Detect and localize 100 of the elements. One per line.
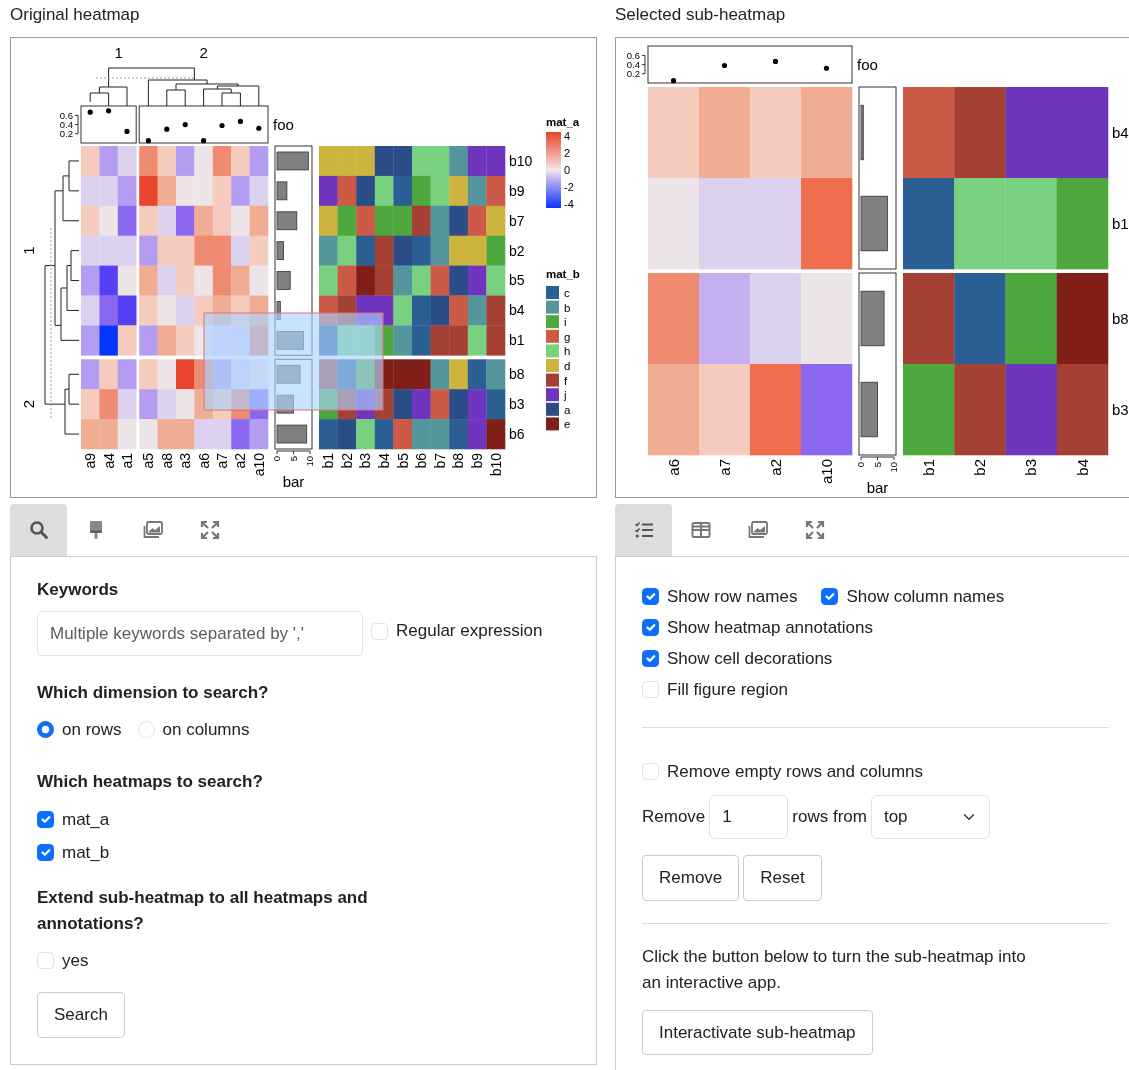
checkbox-label: Show row names: [667, 585, 798, 608]
column-label: a4: [100, 453, 117, 469]
row-label: b7: [509, 212, 525, 229]
column-label: b1: [320, 453, 337, 469]
field-label: Which dimension to search?: [37, 682, 270, 704]
column-label: a6: [195, 453, 212, 469]
split-label: 1: [114, 44, 123, 61]
checkbox-label: Show heatmap annotations: [667, 616, 874, 639]
tick-label: 0.2: [626, 68, 640, 80]
action-button[interactable]: Remove: [642, 855, 740, 901]
legend-tick-label: -4: [564, 198, 574, 210]
column-label: a9: [82, 453, 99, 469]
legend-label: d: [564, 360, 571, 372]
tick-label: 0.4: [626, 59, 640, 71]
axis-title: bar: [866, 479, 889, 496]
tick-label: 10: [304, 456, 315, 467]
column-label: b5: [394, 453, 411, 469]
tick-label: 0.4: [59, 119, 73, 131]
legend-tick-label: 2: [564, 147, 571, 159]
checkbox-label: Regular expression: [396, 620, 543, 643]
checkbox-label: Show column names: [846, 585, 1005, 608]
column-label: a1: [118, 453, 135, 469]
legend-label: g: [564, 330, 571, 343]
column-label: b9: [469, 453, 485, 469]
checkbox-label: Show cell decorations: [667, 647, 833, 670]
row-label: b4: [1112, 123, 1129, 141]
row-label: b4: [509, 302, 525, 319]
column-label: b4: [376, 453, 392, 469]
column-label: a10: [250, 453, 267, 477]
column-label: b4: [1073, 459, 1091, 476]
radio-label: on rows: [62, 718, 122, 741]
legend-label: i: [564, 316, 567, 329]
search-field[interactable]: Multiple keywords separated by ',': [37, 611, 363, 656]
row-label: b5: [509, 272, 525, 289]
legend-label: a: [564, 403, 571, 416]
annotation-label: foo: [273, 115, 294, 133]
column-label: a3: [177, 453, 194, 469]
search-button[interactable]: Search: [37, 992, 125, 1038]
legend-title: mat_a: [546, 116, 580, 128]
column-label: b6: [413, 453, 430, 469]
row-label: b1: [509, 332, 525, 349]
row-label: b1: [1112, 214, 1129, 232]
split-label: 1: [20, 246, 37, 255]
radio-label: on columns: [162, 718, 250, 741]
tick-label: 0: [271, 456, 282, 462]
number-field[interactable]: 1: [709, 795, 789, 839]
action-button[interactable]: Reset: [743, 855, 822, 901]
column-label: b8: [450, 453, 467, 469]
tick-label: 10: [888, 462, 899, 473]
column-label: b2: [971, 459, 989, 476]
row-label: b8: [509, 366, 525, 383]
dropdown[interactable]: top: [870, 795, 990, 839]
split-label: 2: [199, 44, 208, 61]
checkbox-label: Remove empty rows and columns: [667, 760, 924, 783]
row-label: b2: [509, 242, 525, 259]
field-label: rows from: [792, 806, 867, 829]
checkbox-label: mat_a: [62, 808, 110, 831]
column-label: b3: [357, 453, 374, 469]
row-label: b9: [509, 182, 525, 199]
field-label: Remove: [642, 806, 706, 829]
annotation-label: foo: [857, 55, 878, 73]
tick-label: 0: [855, 462, 866, 468]
legend-title: mat_b: [546, 268, 580, 280]
help-text: Click the button below to turn the sub-heatmap into an interactive app.: [642, 945, 1027, 994]
column-label: b1: [919, 459, 937, 476]
column-label: a8: [158, 453, 175, 469]
interactivate-button[interactable]: Interactivate sub-heatmap: [642, 1009, 873, 1055]
checkbox-label: Fill figure region: [667, 678, 788, 701]
legend-label: b: [564, 301, 571, 314]
legend-label: c: [564, 287, 570, 299]
column-label: b10: [487, 453, 504, 477]
checkbox-label: mat_b: [62, 841, 110, 864]
tick-label: 0.2: [59, 128, 73, 140]
legend-tick-label: -2: [564, 181, 574, 193]
axis-title: bar: [282, 473, 305, 490]
panel-title: Original heatmap: [10, 4, 141, 26]
column-label: a7: [715, 459, 733, 476]
column-label: a2: [232, 453, 249, 469]
column-label: a6: [664, 459, 682, 476]
split-label: 2: [20, 400, 37, 409]
column-label: b2: [338, 453, 355, 469]
legend-label: f: [564, 374, 568, 387]
column-label: a5: [140, 453, 157, 469]
row-label: b6: [509, 425, 525, 442]
tick-label: 5: [287, 456, 299, 462]
legend-tick-label: 0: [564, 164, 571, 176]
row-label: b10: [509, 152, 533, 169]
column-label: b7: [431, 453, 448, 469]
field-label: Keywords: [37, 579, 120, 601]
column-label: b3: [1022, 459, 1040, 476]
legend-tick-label: 4: [564, 130, 571, 142]
row-label: b3: [509, 396, 525, 413]
checkbox-label: yes: [62, 949, 89, 972]
row-label: b8: [1112, 309, 1129, 327]
panel-title: Selected sub-heatmap: [615, 4, 787, 26]
tick-label: 0.6: [626, 49, 640, 61]
legend-label: e: [564, 418, 571, 431]
tick-label: 5: [871, 462, 883, 468]
legend-label: j: [564, 389, 567, 402]
tick-label: 0.6: [59, 109, 73, 121]
